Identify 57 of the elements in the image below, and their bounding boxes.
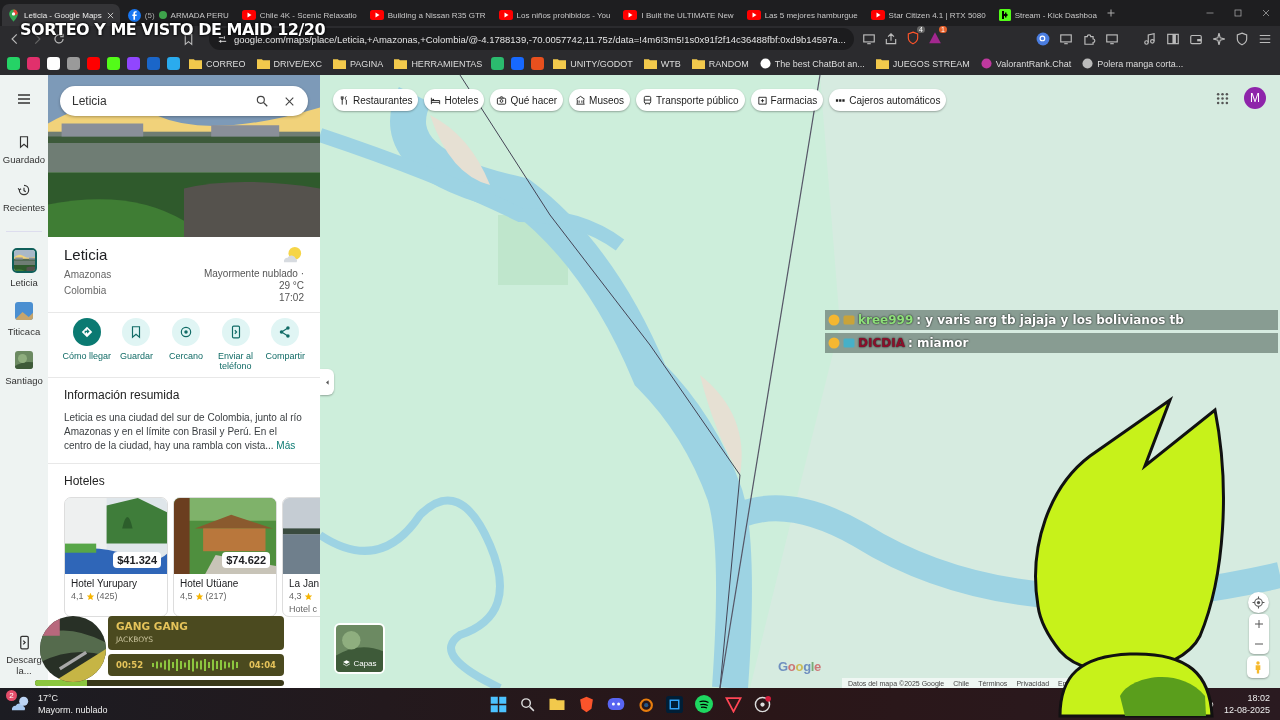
- hotel-name: La Jan: [289, 578, 320, 589]
- elapsed-time: 00:52: [116, 660, 144, 670]
- local-time: 17:02: [278, 292, 304, 304]
- action-button[interactable]: Guardar: [111, 318, 162, 371]
- action-button[interactable]: Enviar al teléfono: [210, 318, 261, 371]
- weather-text: Mayorm. nublado: [38, 704, 108, 716]
- section-title: Hoteles: [64, 474, 106, 488]
- rail-item[interactable]: Recientes: [2, 183, 46, 213]
- song-title: GANG GANG: [116, 620, 189, 632]
- browser-tab[interactable]: Star Citizen 4.1 | RTX 5080: [865, 4, 991, 26]
- bookmark-folder[interactable]: UNITY/GODOT: [550, 58, 636, 69]
- review-count: (217): [205, 591, 227, 601]
- place-country: Colombia: [64, 284, 108, 298]
- browser-tab[interactable]: Los niños prohibidos - You: [493, 4, 616, 26]
- summary-text: Leticia es una ciudad del sur de Colombia, junto al río Amazonas y en el límite con Brasil y Perú. En el centro de la ciudad, hay una rambla con vista... Más: [64, 411, 303, 453]
- bookmark-link[interactable]: ValorantRank.Chat: [977, 58, 1075, 69]
- temperature: 17°C: [38, 692, 60, 704]
- rail-item[interactable]: Guardado: [2, 135, 46, 165]
- total-time: 04:04: [248, 660, 276, 670]
- bookmark-link[interactable]: The best ChatBot an...: [756, 58, 868, 69]
- rating: 4,3: [289, 591, 302, 601]
- bookmark-link[interactable]: Polera manga corta...: [1079, 58, 1187, 69]
- hotel-type: Hotel c: [289, 604, 318, 614]
- date[interactable]: 12-08-2025: [1223, 704, 1270, 716]
- bookmark-folder[interactable]: WTB: [640, 58, 684, 69]
- weather-text: Mayormente nublado ·: [203, 268, 304, 280]
- bookmark-folder[interactable]: HERRAMIENTAS: [391, 58, 486, 69]
- notification-badge: 2: [6, 690, 17, 701]
- temperature: 29 °C: [278, 280, 304, 292]
- bookmark-folder[interactable]: RANDOM: [688, 58, 752, 69]
- price-tag: $41.324: [113, 552, 161, 568]
- recent-place[interactable]: Santiago: [5, 349, 43, 386]
- action-button[interactable]: Cómo llegar: [62, 318, 112, 371]
- bookmark-folder[interactable]: PAGINA: [330, 58, 387, 69]
- hotel-name: Hotel Yurupary: [71, 578, 138, 589]
- browser-tab[interactable]: Las 5 mejores hamburgue: [741, 4, 863, 26]
- rating: 4,1: [71, 591, 84, 601]
- action-button[interactable]: Cercano: [161, 318, 211, 371]
- hotel-name: Hotel Utüane: [180, 578, 240, 589]
- browser-tab[interactable]: Stream - Kick Dashboa: [993, 4, 1102, 26]
- browser-tab[interactable]: Building a Nissan R35 GTR: [364, 4, 491, 26]
- bookmark-folder[interactable]: DRIVE/EXC: [253, 58, 326, 69]
- bookmark-folder[interactable]: JUEGOS STREAM: [872, 58, 973, 69]
- rating: 4,5: [180, 591, 193, 601]
- place-region: Amazonas: [64, 268, 112, 282]
- price-tag: $74.622: [222, 552, 270, 568]
- recent-place[interactable]: Titicaca: [7, 300, 41, 337]
- hotel-card[interactable]: $41.324 Hotel Yurupary 4,1 (425): [64, 497, 168, 617]
- place-title: Leticia: [64, 246, 109, 263]
- browser-tab[interactable]: I Built the ULTIMATE New: [618, 4, 739, 26]
- more-link[interactable]: Más: [276, 440, 296, 451]
- review-count: (425): [96, 591, 118, 601]
- download-label[interactable]: Descarg la...: [5, 654, 43, 676]
- bookmark-folder[interactable]: CORREO: [186, 58, 249, 69]
- clock[interactable]: 18:02: [1247, 692, 1270, 704]
- section-title: Información resumida: [64, 388, 181, 402]
- action-button[interactable]: Compartir: [260, 318, 310, 371]
